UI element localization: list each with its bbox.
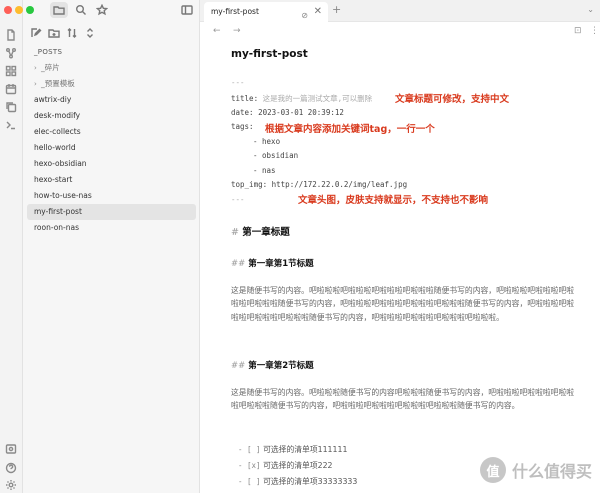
tree-file[interactable]: how-to-use-nas — [27, 188, 196, 204]
settings-icon[interactable] — [4, 478, 18, 492]
minimize-window-button[interactable] — [15, 6, 23, 14]
watermark-logo: 值 — [479, 457, 506, 483]
tab-bar: my-first-post ⊘ ✕ + ⌄ — [200, 0, 600, 22]
vault-icon[interactable] — [4, 442, 18, 456]
star-icon[interactable] — [95, 3, 109, 17]
tab-label: my-first-post — [211, 7, 259, 16]
tab-list-icon[interactable]: ⌄ — [587, 5, 594, 14]
paragraph: 这是随便书写的内容。吧啦啦啦吧啦啦啦吧啦啦啦吧啦啦啦随便书写的内容，吧啦啦啦吧啦… — [231, 286, 575, 322]
annotation-tags: 根据文章内容添加关键词tag，一行一个 — [265, 124, 435, 135]
annotation-title: 文章标题可修改，支持中文 — [395, 94, 510, 105]
frontmatter-top-img: top_img: http://172.22.0.2/img/leaf.jpg — [231, 180, 408, 189]
close-window-button[interactable] — [4, 6, 12, 14]
tree-file[interactable]: hexo-start — [27, 172, 196, 188]
help-icon[interactable] — [4, 461, 18, 475]
close-tab-icon[interactable]: ✕ — [314, 2, 322, 22]
terminal-icon[interactable] — [4, 118, 18, 132]
sort-icon[interactable] — [65, 26, 79, 40]
more-options-icon[interactable]: ⋮ — [590, 26, 599, 36]
tree-folder-label: _预置模板 — [41, 79, 75, 88]
tree-file[interactable]: hello-world — [27, 140, 196, 156]
tree-file[interactable]: desk-modify — [27, 108, 196, 124]
reading-view-icon[interactable]: ⊡ — [574, 26, 582, 36]
tree-root-folder[interactable]: _POSTS — [27, 44, 196, 60]
sidebar-header — [23, 0, 200, 20]
sidebar-toggle-icon[interactable] — [180, 3, 194, 17]
calendar-icon[interactable] — [4, 82, 18, 96]
watermark-text: 什么值得买 — [511, 462, 592, 481]
todo-item[interactable]: - [x] 可选择的清单项222 — [238, 460, 333, 471]
left-ribbon — [0, 0, 34, 493]
editor-pane: my-first-post ⊘ ✕ + ⌄ ← → ⊡ ⋮ my-first-p… — [200, 0, 600, 493]
tree-file[interactable]: awtrix-diy — [27, 92, 196, 108]
annotation-top-img: 文章头图，皮肤支持就显示，不支持也不影响 — [298, 195, 489, 206]
tree-file[interactable]: roon-on-nas — [27, 220, 196, 236]
search-icon[interactable] — [74, 3, 88, 17]
back-arrow-icon[interactable]: ← — [213, 26, 221, 36]
frontmatter-close: --- — [231, 195, 245, 204]
frontmatter-tags-key: tags: — [231, 122, 254, 131]
collapse-icon[interactable] — [83, 26, 97, 40]
todo-item[interactable]: - [ ] 可选择的清单项33333333 — [238, 476, 357, 487]
tree-folder-label: _碎片 — [41, 63, 60, 72]
todo-item[interactable]: - [ ] 可选择的清单项111111 — [238, 444, 347, 455]
copy-icon[interactable] — [4, 100, 18, 114]
frontmatter-title: title: 这是我的一篇测试文章,可以删除 — [231, 94, 373, 103]
frontmatter-tag: - nas — [253, 166, 276, 175]
frontmatter-date: date: 2023-03-01 20:39:12 — [231, 108, 344, 117]
graph-icon[interactable] — [4, 46, 18, 60]
frontmatter-tag: - obsidian — [253, 151, 299, 160]
grid-icon[interactable] — [4, 64, 18, 78]
heading-1: # 第一章标题 — [231, 227, 290, 238]
heading-2: ## 第一章第1节标题 — [231, 259, 314, 269]
note-title[interactable]: my-first-post — [231, 48, 576, 70]
frontmatter-tag: - hexo — [253, 137, 281, 146]
tree-file[interactable]: hexo-obsidian — [27, 156, 196, 172]
forward-arrow-icon[interactable]: → — [233, 26, 241, 36]
app-window: _POSTS › _碎片 › _预置模板 awtrix-diy desk-modif… — [0, 0, 600, 493]
maximize-window-button[interactable] — [26, 6, 34, 14]
new-note-icon[interactable] — [29, 26, 43, 40]
files-icon[interactable] — [4, 28, 18, 42]
window-controls — [4, 6, 34, 14]
note-content[interactable]: my-first-post --- title: 这是我的一篇测试文章,可以删除… — [231, 48, 576, 486]
tree-file-selected[interactable]: my-first-post — [27, 204, 196, 220]
tree-folder[interactable]: › _预置模板 — [27, 76, 196, 92]
chevron-right-icon: › — [34, 80, 37, 88]
chevron-right-icon: › — [34, 64, 37, 72]
watermark: 值 什么值得买 — [479, 457, 592, 483]
view-header: ← → ⊡ ⋮ — [200, 22, 600, 42]
file-explorer: _POSTS › _碎片 › _预置模板 awtrix-diy desk-modif… — [23, 0, 200, 493]
frontmatter-open: --- — [231, 78, 245, 87]
paragraph: 这是随便书写的内容。吧啦啦啦随便书写的内容吧啦啦啦随便书写的内容，吧啦啦啦吧啦啦… — [231, 388, 575, 411]
file-tree: _POSTS › _碎片 › _预置模板 awtrix-diy desk-modif… — [27, 44, 196, 236]
heading-2: ## 第一章第2节标题 — [231, 361, 314, 371]
tab-my-first-post[interactable]: my-first-post ⊘ ✕ — [204, 2, 328, 22]
new-tab-icon[interactable]: + — [332, 3, 341, 16]
new-folder-icon[interactable] — [47, 26, 61, 40]
folder-icon[interactable] — [50, 2, 68, 18]
tree-file[interactable]: elec-collects — [27, 124, 196, 140]
tree-folder[interactable]: › _碎片 — [27, 60, 196, 76]
